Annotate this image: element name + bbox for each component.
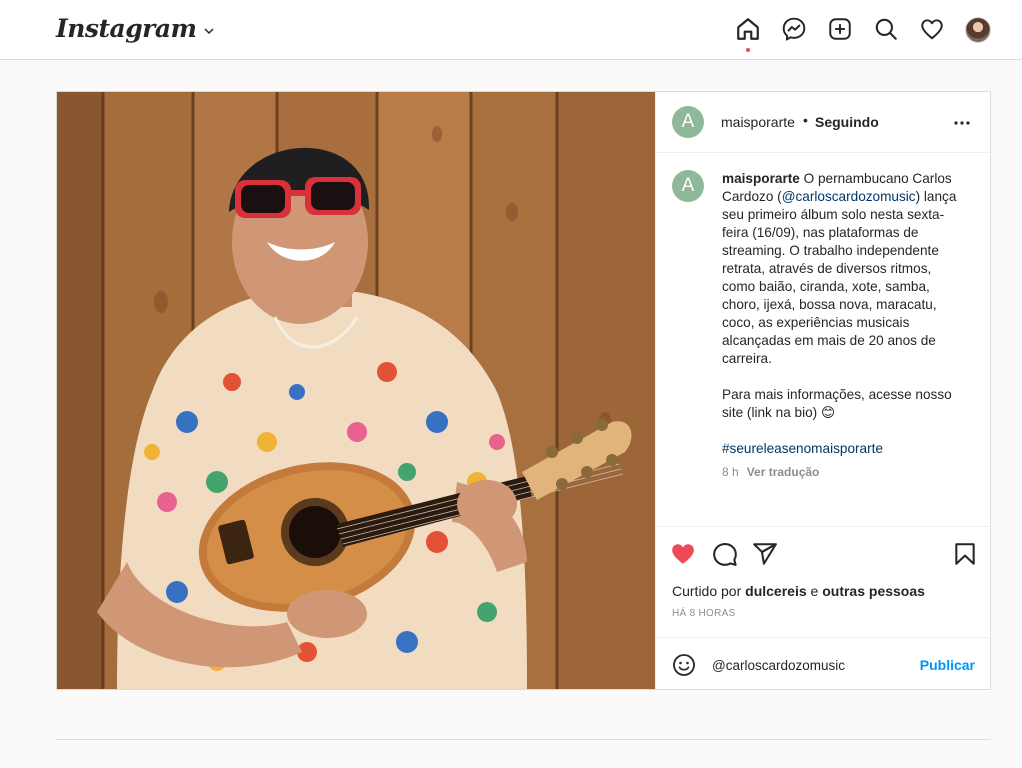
hashtag-link[interactable]: #seureleasenomaisporarte	[722, 441, 883, 456]
avatar[interactable]	[965, 17, 991, 43]
emoji-icon[interactable]	[672, 653, 696, 677]
caption-age[interactable]: 8 h	[722, 465, 739, 479]
see-translation-button[interactable]: Ver tradução	[747, 465, 820, 479]
activity-heart-icon[interactable]	[919, 16, 947, 44]
caption-meta: 8 h Ver tradução	[722, 465, 819, 479]
post-caption: maisporarte O pernambucano Carlos Cardoz…	[722, 170, 962, 476]
likes-summary: Curtido por dulcereis e outras pessoas	[672, 583, 925, 599]
post-actions: Curtido por dulcereis e outras pessoas H…	[656, 526, 991, 637]
home-icon[interactable]	[735, 16, 763, 52]
caption-author-avatar[interactable]: A	[672, 170, 704, 202]
chevron-down-icon[interactable]	[203, 25, 215, 37]
footer-divider	[56, 739, 991, 740]
caption-username-link[interactable]: maisporarte	[722, 171, 800, 186]
caption-paragraph-1: maisporarte O pernambucano Carlos Cardoz…	[722, 170, 962, 368]
post-photo[interactable]	[57, 92, 655, 689]
author-avatar-letter: A	[681, 111, 695, 132]
caption-section: A maisporarte O pernambucano Carlos Card…	[656, 154, 991, 526]
post-side-panel: A maisporarte • Seguindo A maisporarte O…	[655, 92, 991, 689]
active-indicator-dot	[746, 48, 750, 52]
post-card: A maisporarte • Seguindo A maisporarte O…	[56, 91, 991, 690]
new-post-icon[interactable]	[827, 16, 855, 44]
author-username-link[interactable]: maisporarte	[721, 114, 795, 130]
profile-avatar[interactable]	[965, 16, 993, 44]
add-comment-bar: Publicar	[656, 637, 991, 689]
nav-icon-group	[735, 16, 1011, 52]
comment-icon[interactable]	[712, 541, 738, 567]
liker-username-link[interactable]: dulcereis	[745, 583, 806, 599]
mention-link[interactable]: @carloscardozomusic	[782, 189, 916, 204]
share-send-icon[interactable]	[752, 541, 778, 567]
messenger-icon[interactable]	[781, 16, 809, 44]
author-avatar[interactable]: A	[672, 106, 704, 138]
post-header: A maisporarte • Seguindo	[656, 92, 990, 153]
caption-paragraph-2: Para mais informações, acesse nosso site…	[722, 387, 952, 420]
instagram-logo[interactable]: Instagram	[56, 14, 197, 43]
likes-joiner: e	[806, 583, 823, 599]
like-heart-icon[interactable]	[670, 541, 696, 567]
caption-avatar-letter: A	[681, 175, 695, 196]
post-timestamp[interactable]: HÁ 8 HORAS	[672, 608, 736, 619]
likes-prefix: Curtido por	[672, 583, 746, 599]
other-likers-link[interactable]: outras pessoas	[822, 583, 925, 599]
more-options-icon[interactable]	[953, 116, 971, 130]
instagram-logo-switcher[interactable]: Instagram	[56, 14, 215, 43]
post-photo-illustration	[57, 92, 655, 689]
caption-text-2: ) lança seu primeiro álbum solo nesta se…	[722, 189, 957, 366]
following-button[interactable]: Seguindo	[815, 114, 879, 130]
search-icon[interactable]	[873, 16, 901, 44]
publish-button[interactable]: Publicar	[920, 657, 975, 673]
save-bookmark-icon[interactable]	[952, 541, 978, 567]
top-navigation-bar: Instagram	[0, 0, 1022, 60]
separator-dot: •	[803, 112, 808, 128]
comment-input[interactable]	[712, 655, 912, 675]
